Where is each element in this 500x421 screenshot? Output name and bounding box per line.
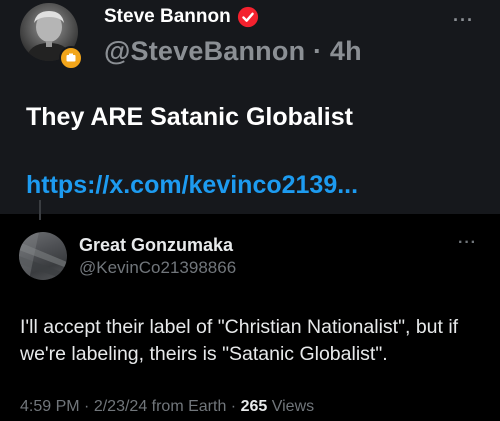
post-text: They ARE Satanic Globalist: [26, 103, 353, 131]
meta-dot: ·: [84, 398, 90, 415]
views-count[interactable]: 265: [241, 398, 268, 415]
thread-connector-line: [39, 200, 41, 220]
post-time[interactable]: 4h: [330, 36, 362, 66]
affiliate-badge-icon: [59, 46, 83, 70]
reply-time[interactable]: 4:59 PM: [20, 398, 80, 415]
quoted-original-post[interactable]: Steve Bannon @SteveBannon · 4h ··· They …: [0, 0, 500, 214]
author-name-row: Steve Bannon: [104, 6, 259, 28]
views-label: Views: [271, 398, 315, 415]
user-handle[interactable]: @SteveBannon: [104, 36, 305, 66]
verified-badge-icon: [237, 6, 258, 28]
reply-user-handle[interactable]: @KevinCo21398866: [79, 258, 236, 278]
display-name[interactable]: Steve Bannon: [104, 6, 231, 28]
separator-dot: ·: [312, 36, 323, 66]
handle-time-row: @SteveBannon · 4h: [104, 36, 362, 67]
meta-dot: ·: [230, 398, 237, 415]
post-meta-row: 4:59 PM · 2/23/24 from Earth · 265 Views: [20, 398, 314, 416]
post-link[interactable]: https://x.com/kevinco2139...: [26, 171, 358, 200]
reply-text: I'll accept their label of "Christian Na…: [20, 316, 459, 365]
reply-date[interactable]: 2/23/24 from Earth: [94, 398, 227, 415]
reply-avatar[interactable]: [19, 232, 67, 280]
reply-more-options-icon[interactable]: ···: [458, 234, 477, 252]
more-options-icon[interactable]: ···: [453, 10, 474, 31]
reply-display-name[interactable]: Great Gonzumaka: [79, 235, 233, 256]
avatar-photo-icon: [19, 232, 67, 280]
